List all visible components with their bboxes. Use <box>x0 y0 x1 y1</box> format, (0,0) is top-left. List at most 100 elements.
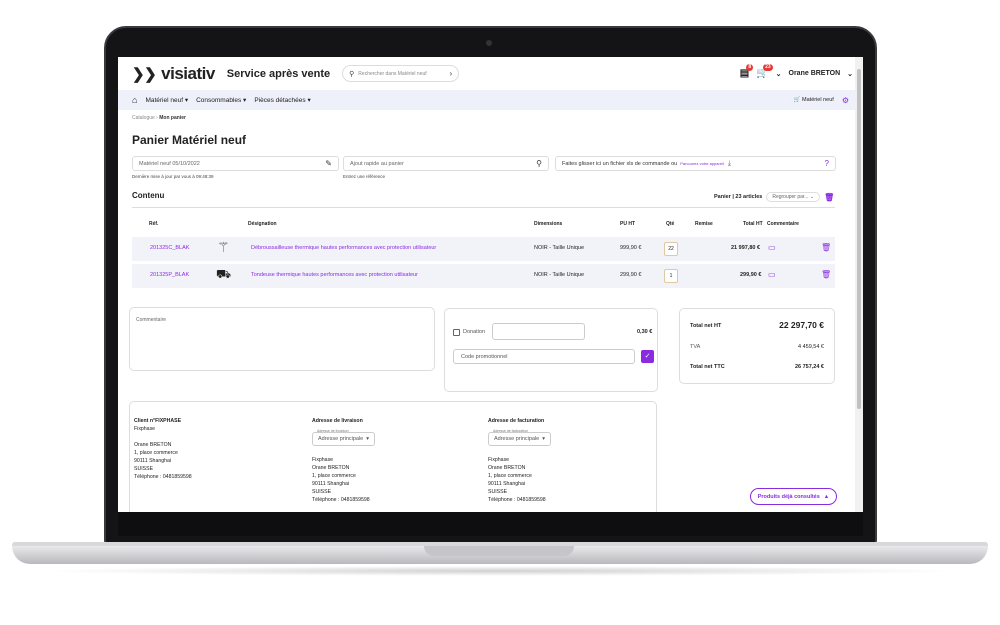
product-image[interactable]: ⛟ <box>216 267 231 283</box>
client-phone: Téléphone : 0481859598 <box>134 474 192 480</box>
donation-label: Donation <box>463 329 486 335</box>
delivery-select[interactable]: Adresse principale ▾ <box>312 432 375 446</box>
download-icon[interactable]: ⤓ <box>728 160 731 168</box>
chevron-up-icon: ▲ <box>823 493 830 500</box>
viewed-products-button[interactable]: Produits déjà consultés ▲ <box>750 488 837 505</box>
user-chevron-icon[interactable]: ⌄ <box>847 70 853 78</box>
laptop-mockup: ❯❯ visiativ Service après vente ⚲ Recherc… <box>0 0 1000 625</box>
promo-input[interactable]: Code promotionnel <box>453 349 635 364</box>
trash-icon[interactable]: 🗑 <box>821 243 831 252</box>
th-ref: Réf. <box>149 221 159 227</box>
delivery-details: Fixphase Orane BRETON 1, place commerce … <box>312 456 370 504</box>
list-badge: 8 <box>746 64 754 71</box>
screen: ❯❯ visiativ Service après vente ⚲ Recherc… <box>118 57 863 512</box>
tva-label: TVA <box>690 344 701 350</box>
donation-checkbox[interactable] <box>453 329 460 336</box>
scrollbar-thumb[interactable] <box>857 69 861 409</box>
delivery-phone: Téléphone : 0481859598 <box>312 497 370 503</box>
cart-name-field[interactable]: Matériel neuf 05/10/2022 ✎ <box>132 156 339 171</box>
upload-dropzone[interactable]: Faites glisser ici un fichier xls de com… <box>555 156 836 171</box>
donation-input[interactable] <box>492 323 585 340</box>
nav-materiel-neuf[interactable]: Matériel neuf ▾ <box>145 96 188 104</box>
chevron-right-icon[interactable]: › <box>449 69 452 78</box>
laptop-shadow <box>40 566 960 576</box>
row-total: 299,90 € <box>740 272 762 278</box>
help-icon[interactable]: ? <box>825 159 829 168</box>
product-image[interactable]: ⚚ <box>217 239 230 256</box>
row-designation[interactable]: Débroussailleuse thermique hautes perfor… <box>251 245 436 251</box>
total-ht-label: Total net HT <box>690 323 722 329</box>
breadcrumb: Catalogue › Mon panier <box>132 115 186 121</box>
comment-icon[interactable]: ▭ <box>768 270 776 279</box>
logo-mark-icon: ❯❯ <box>132 65 157 83</box>
th-qty: Qté <box>666 221 675 227</box>
billing-header: Adresse de facturation <box>488 418 545 424</box>
cart-hint: Dernière mise à jour par vous à 09:48:39 <box>132 174 214 179</box>
row-dimensions: NOIR - Taille Unique <box>534 272 585 278</box>
quick-add-hint: Entrez une référence <box>343 174 386 179</box>
logo[interactable]: ❯❯ visiativ <box>132 64 215 84</box>
nav-consommables[interactable]: Consommables ▾ <box>196 96 246 104</box>
delivery-company: Fixphase <box>312 457 334 463</box>
viewed-products-label: Produits déjà consultés <box>757 493 820 500</box>
delivery-street: 1, place commerce <box>312 473 356 479</box>
panier-summary: Panier | 23 articles Regrouper par... ⌄ … <box>714 192 834 202</box>
laptop-hinge <box>118 512 863 536</box>
user-menu[interactable]: Orane BRETON <box>789 70 841 77</box>
row-ref[interactable]: 201325P_BLAK <box>150 272 189 278</box>
delivery-select-value: Adresse principale <box>318 436 364 442</box>
cart-icon[interactable]: 🛒 23 <box>756 64 773 79</box>
address-panel: Client n°FIXPHASE Fixphase Orane BRETON … <box>129 401 657 512</box>
th-total: Total HT <box>743 221 763 227</box>
trash-icon[interactable]: 🗑 <box>821 270 831 279</box>
billing-country: SUISSE <box>488 489 508 495</box>
billing-name: Orane BRETON <box>488 465 526 471</box>
client-address: Client n°FIXPHASE Fixphase Orane BRETON … <box>134 417 192 481</box>
quick-add-input[interactable]: Ajout rapide au panier ⚲ <box>343 156 549 171</box>
nav-cart-link[interactable]: 🛒 Matériel neuf <box>794 97 834 103</box>
trash-icon[interactable]: 🗑 <box>824 193 834 202</box>
regroup-select[interactable]: Regrouper par... ⌄ <box>766 192 821 202</box>
billing-street: 1, place commerce <box>488 473 532 479</box>
row-pu: 299,90 € <box>620 272 642 278</box>
total-ttc-label: Total net TTC <box>690 364 725 370</box>
qty-input[interactable]: 1 <box>664 269 678 283</box>
th-designation: Désignation <box>248 221 277 227</box>
comment-icon[interactable]: ▭ <box>768 243 776 252</box>
row-ref[interactable]: 201325C_BLAK <box>150 245 189 251</box>
nav-cart-label: Matériel neuf <box>802 97 834 103</box>
cart-name-value: Matériel neuf 05/10/2022 <box>139 160 200 167</box>
row-pu: 999,90 € <box>620 245 642 251</box>
search-box[interactable]: ⚲ Rechercher dans Matériel neuf › <box>342 65 460 82</box>
qty-input[interactable]: 22 <box>664 242 678 256</box>
home-icon[interactable]: ⌂ <box>132 95 137 105</box>
row-designation[interactable]: Tondeuse thermique hautes performances a… <box>251 272 418 278</box>
billing-select[interactable]: Adresse principale ▾ <box>488 432 551 446</box>
billing-select-value: Adresse principale <box>494 436 540 442</box>
chevron-down-icon[interactable]: ⌄ <box>776 70 782 78</box>
totals-panel: Total net HT 22 297,70 € TVA 4 459,54 € … <box>679 308 835 384</box>
th-remise: Remise <box>695 221 713 227</box>
comment-textarea[interactable]: Commentaire <box>129 307 435 371</box>
divider <box>132 207 835 208</box>
nav-pieces-detachees[interactable]: Pièces détachées ▾ <box>254 96 310 104</box>
check-icon[interactable]: ✓ <box>641 350 654 363</box>
list-icon[interactable]: ▤ 8 <box>740 64 754 79</box>
search-icon[interactable]: ⚲ <box>536 159 542 168</box>
upload-link[interactable]: Parcourez votre appareil <box>680 161 724 166</box>
breadcrumb-current: Mon panier <box>159 115 186 121</box>
breadcrumb-root[interactable]: Catalogue <box>132 115 155 121</box>
client-header: Client n°FIXPHASE <box>134 418 182 424</box>
gear-icon[interactable]: ⚙ <box>842 96 849 105</box>
search-input[interactable]: Rechercher dans Matériel neuf <box>358 71 426 77</box>
total-ttc-value: 26 757,24 € <box>794 364 824 370</box>
delivery-header: Adresse de livraison <box>312 418 363 424</box>
table-row: 201325C_BLAK ⚚ Débroussailleuse thermiqu… <box>132 237 835 261</box>
app-title: Service après vente <box>226 67 331 80</box>
pencil-icon[interactable]: ✎ <box>325 159 332 168</box>
row-dimensions: NOIR - Taille Unique <box>534 245 585 251</box>
upload-text: Faites glisser ici un fichier xls de com… <box>562 160 678 167</box>
client-country: SUISSE <box>134 466 154 472</box>
billing-city: 90111 Shanghai <box>488 481 526 487</box>
billing-details: Fixphase Orane BRETON 1, place commerce … <box>488 456 546 504</box>
